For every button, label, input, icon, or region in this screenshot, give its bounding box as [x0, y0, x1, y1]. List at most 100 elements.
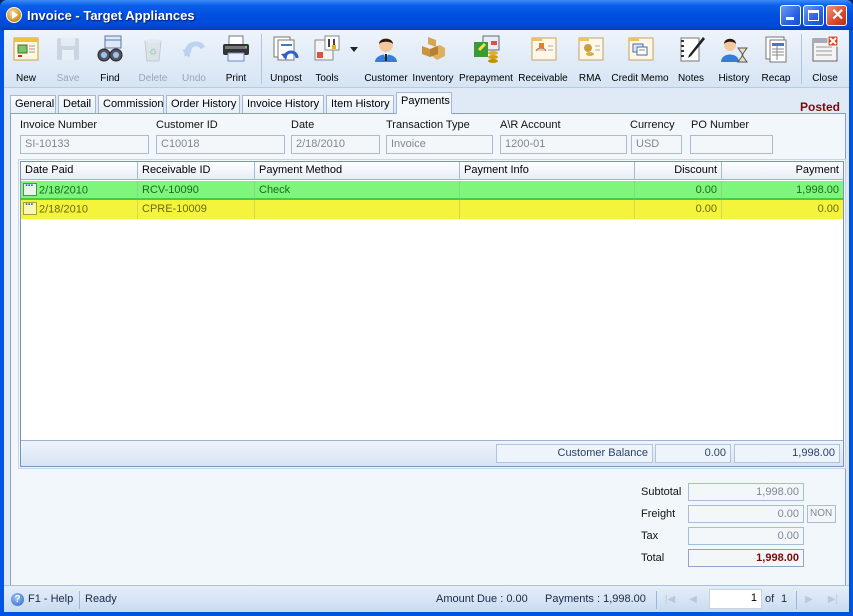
- payment-info-cell[interactable]: [460, 181, 635, 200]
- freight-code-field[interactable]: NON: [807, 505, 836, 523]
- toolbar-separator: [801, 34, 802, 84]
- invoice-number-field[interactable]: SI-10133: [20, 135, 149, 154]
- receivable-id-cell[interactable]: CPRE-10009: [138, 200, 255, 219]
- column-header-payment-method[interactable]: Payment Method: [255, 162, 460, 180]
- invoice-number-label: Invoice Number: [20, 119, 98, 131]
- column-header-payment[interactable]: Payment: [722, 162, 843, 180]
- previous-page-icon[interactable]: ◀: [686, 593, 700, 606]
- status-separator: [79, 591, 80, 609]
- floppy-disk-icon: [57, 38, 79, 60]
- tools-dropdown-arrow[interactable]: [350, 47, 358, 52]
- discount-cell[interactable]: 0.00: [635, 181, 722, 200]
- customer-button[interactable]: Customer: [362, 33, 410, 87]
- close-window-button[interactable]: ✕: [826, 5, 847, 26]
- binoculars-icon: [97, 35, 123, 62]
- notes-button[interactable]: Notes: [670, 33, 712, 87]
- discount-cell[interactable]: 0.00: [635, 200, 722, 219]
- freight-field[interactable]: 0.00: [688, 505, 804, 523]
- last-page-icon[interactable]: ▶|: [826, 593, 840, 606]
- payment-method-cell[interactable]: [255, 200, 460, 219]
- credit-memo-button[interactable]: Credit Memo: [610, 33, 670, 87]
- subtotal-field[interactable]: 1,998.00: [688, 483, 804, 501]
- payment-method-cell[interactable]: Check: [255, 181, 460, 200]
- toolbar: New Save Find ♻ Delete Undo Print Unpost…: [4, 30, 849, 88]
- history-person-hourglass-icon: [721, 38, 748, 63]
- tab-detail[interactable]: Detail: [58, 95, 96, 113]
- recap-button[interactable]: Recap: [756, 33, 796, 87]
- row-ellipsis-button[interactable]: [23, 199, 37, 215]
- currency-field[interactable]: USD: [631, 135, 682, 154]
- new-button[interactable]: New: [4, 33, 48, 87]
- tab-item-history[interactable]: Item History: [326, 95, 394, 113]
- date-label: Date: [291, 119, 315, 131]
- maximize-button[interactable]: [803, 5, 824, 26]
- help-icon[interactable]: ?: [11, 593, 24, 606]
- tools-label: Tools: [315, 73, 339, 84]
- new-label: New: [15, 73, 36, 84]
- unpost-button[interactable]: Unpost: [264, 33, 308, 87]
- title-bar[interactable]: Invoice - Target Appliances ✕: [0, 0, 853, 30]
- row-ellipsis-button[interactable]: [23, 180, 37, 196]
- inventory-button[interactable]: Inventory: [410, 33, 456, 87]
- date-paid-value: 2/18/2010: [39, 203, 88, 216]
- notes-label: Notes: [677, 73, 705, 84]
- next-page-icon[interactable]: ▶: [802, 593, 816, 606]
- status-text: Ready: [85, 593, 117, 605]
- total-field[interactable]: 1,998.00: [688, 549, 804, 567]
- rma-button[interactable]: RMA: [570, 33, 610, 87]
- unpost-icon: [273, 36, 299, 61]
- po-number-field[interactable]: [690, 135, 773, 154]
- transaction-type-field[interactable]: Invoice: [386, 135, 493, 154]
- tab-invoice-history[interactable]: Invoice History: [242, 95, 324, 113]
- application-window: Invoice - Target Appliances ✕ New Save F…: [0, 0, 853, 616]
- tax-field[interactable]: 0.00: [688, 527, 804, 545]
- tab-order-history[interactable]: Order History: [166, 95, 240, 113]
- payment-info-cell[interactable]: [460, 200, 635, 219]
- date-paid-value: 2/18/2010: [39, 184, 88, 197]
- page-of-label: of: [765, 593, 775, 605]
- customer-id-field[interactable]: C10018: [156, 135, 285, 154]
- receivable-button[interactable]: Receivable: [516, 33, 570, 87]
- column-header-discount[interactable]: Discount: [635, 162, 722, 180]
- save-button[interactable]: Save: [48, 33, 88, 87]
- column-header-receivable-id[interactable]: Receivable ID: [138, 162, 255, 180]
- help-text[interactable]: F1 - Help: [28, 593, 73, 605]
- credit-memo-label: Credit Memo: [611, 73, 669, 84]
- date-field[interactable]: 2/18/2010: [291, 135, 380, 154]
- history-button[interactable]: History: [712, 33, 756, 87]
- status-separator: [796, 591, 797, 609]
- tab-payments[interactable]: Payments: [396, 92, 452, 114]
- payment-cell[interactable]: 1,998.00: [722, 181, 843, 200]
- minimize-button[interactable]: [780, 5, 801, 26]
- close-label: Close: [812, 73, 838, 84]
- find-label: Find: [100, 73, 120, 84]
- credit-memo-icon: [628, 37, 654, 61]
- tab-commission[interactable]: Commission: [98, 95, 164, 113]
- payment-cell[interactable]: 0.00: [722, 200, 843, 219]
- po-number-label: PO Number: [691, 119, 750, 131]
- tools-button[interactable]: Tools: [308, 33, 346, 87]
- currency-label: Currency: [630, 119, 675, 131]
- payments-panel: Invoice Number SI-10133 Customer ID C100…: [10, 113, 846, 606]
- prepayment-button[interactable]: Prepayment: [456, 33, 516, 87]
- grid-row[interactable]: 2/18/2010 RCV-10090 Check 0.00 1,998.00: [21, 180, 843, 200]
- total-label: Total: [641, 552, 665, 564]
- undo-button[interactable]: Undo: [174, 33, 214, 87]
- column-header-date-paid[interactable]: Date Paid: [21, 162, 138, 180]
- date-paid-cell: 2/18/2010: [21, 199, 138, 219]
- print-button[interactable]: Print: [214, 33, 258, 87]
- grid-row[interactable]: 2/18/2010 CPRE-10009 0.00 0.00: [21, 199, 843, 219]
- rma-icon: [578, 37, 604, 61]
- subtotal-label: Subtotal: [641, 486, 682, 498]
- printer-icon: [223, 35, 249, 62]
- page-number-input[interactable]: 1: [709, 589, 762, 609]
- find-button[interactable]: Find: [88, 33, 132, 87]
- delete-button[interactable]: ♻ Delete: [132, 33, 174, 87]
- receivable-id-cell[interactable]: RCV-10090: [138, 181, 255, 200]
- grid-header: Date Paid Receivable ID Payment Method P…: [21, 162, 843, 180]
- column-header-payment-info[interactable]: Payment Info: [460, 162, 635, 180]
- first-page-icon[interactable]: |◀: [663, 593, 677, 606]
- ar-account-field[interactable]: 1200-01: [500, 135, 627, 154]
- close-button[interactable]: Close: [804, 33, 846, 87]
- tab-general[interactable]: General: [10, 95, 56, 113]
